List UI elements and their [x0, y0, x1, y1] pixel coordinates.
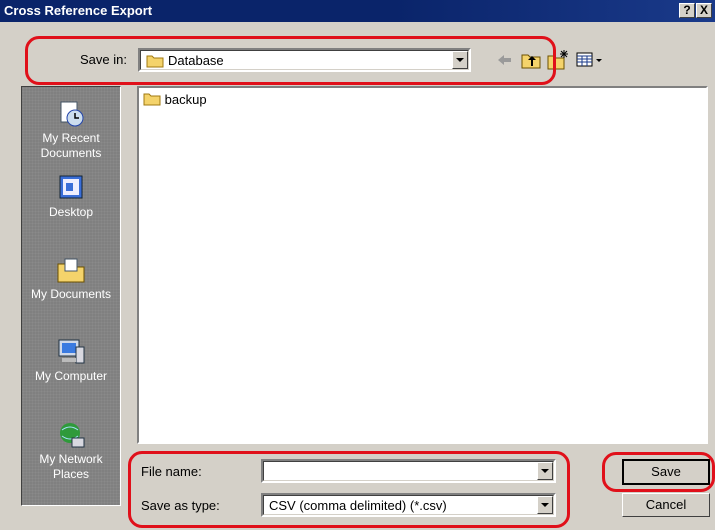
chevron-down-icon[interactable] — [537, 496, 553, 514]
place-label: My Recent Documents — [40, 131, 102, 160]
folder-icon — [146, 53, 164, 69]
view-menu-icon[interactable] — [575, 50, 605, 70]
place-label: My Documents — [30, 287, 112, 301]
chevron-down-icon[interactable] — [537, 462, 553, 480]
close-button[interactable]: X — [696, 3, 712, 18]
create-new-folder-icon[interactable] — [546, 48, 570, 72]
chevron-down-icon[interactable] — [452, 51, 468, 69]
place-label: My Computer — [34, 369, 108, 383]
place-desktop[interactable]: Desktop — [22, 173, 120, 220]
save-as-type-dropdown[interactable]: CSV (comma delimited) (*.csv) — [261, 493, 556, 517]
file-name: backup — [164, 92, 207, 107]
save-in-dropdown[interactable]: Database — [138, 48, 471, 72]
place-label: My Network Places — [39, 452, 103, 481]
window-title: Cross Reference Export — [4, 3, 153, 18]
save-as-type-value: CSV (comma delimited) (*.csv) — [269, 498, 447, 513]
my-documents-icon — [56, 255, 86, 285]
place-my-network-places[interactable]: My Network Places — [22, 420, 120, 482]
cancel-button[interactable]: Cancel — [622, 493, 710, 517]
recent-documents-icon — [56, 99, 86, 129]
save-dialog: Cross Reference Export ? X Save in: Data… — [0, 0, 715, 530]
desktop-icon — [56, 173, 86, 203]
file-name-label: File name: — [141, 464, 202, 479]
help-button[interactable]: ? — [679, 3, 695, 18]
my-computer-icon — [56, 337, 86, 367]
save-as-type-label: Save as type: — [141, 498, 220, 513]
save-button[interactable]: Save — [622, 459, 710, 485]
back-arrow-icon[interactable] — [494, 50, 514, 70]
list-item[interactable]: backup — [143, 91, 207, 107]
place-my-recent-documents[interactable]: My Recent Documents — [22, 99, 120, 161]
title-bar[interactable]: Cross Reference Export ? X — [0, 0, 715, 22]
save-in-label: Save in: — [80, 52, 127, 67]
folder-icon — [143, 92, 165, 107]
file-name-field[interactable] — [261, 459, 556, 483]
save-in-value: Database — [168, 53, 224, 68]
places-bar: My Recent Documents Desktop My Documents… — [21, 86, 121, 506]
place-my-documents[interactable]: My Documents — [22, 255, 120, 302]
place-my-computer[interactable]: My Computer — [22, 337, 120, 384]
network-places-icon — [56, 420, 86, 450]
place-label: Desktop — [48, 205, 94, 219]
up-one-level-icon[interactable] — [520, 49, 542, 71]
file-list[interactable]: backup — [137, 86, 708, 444]
